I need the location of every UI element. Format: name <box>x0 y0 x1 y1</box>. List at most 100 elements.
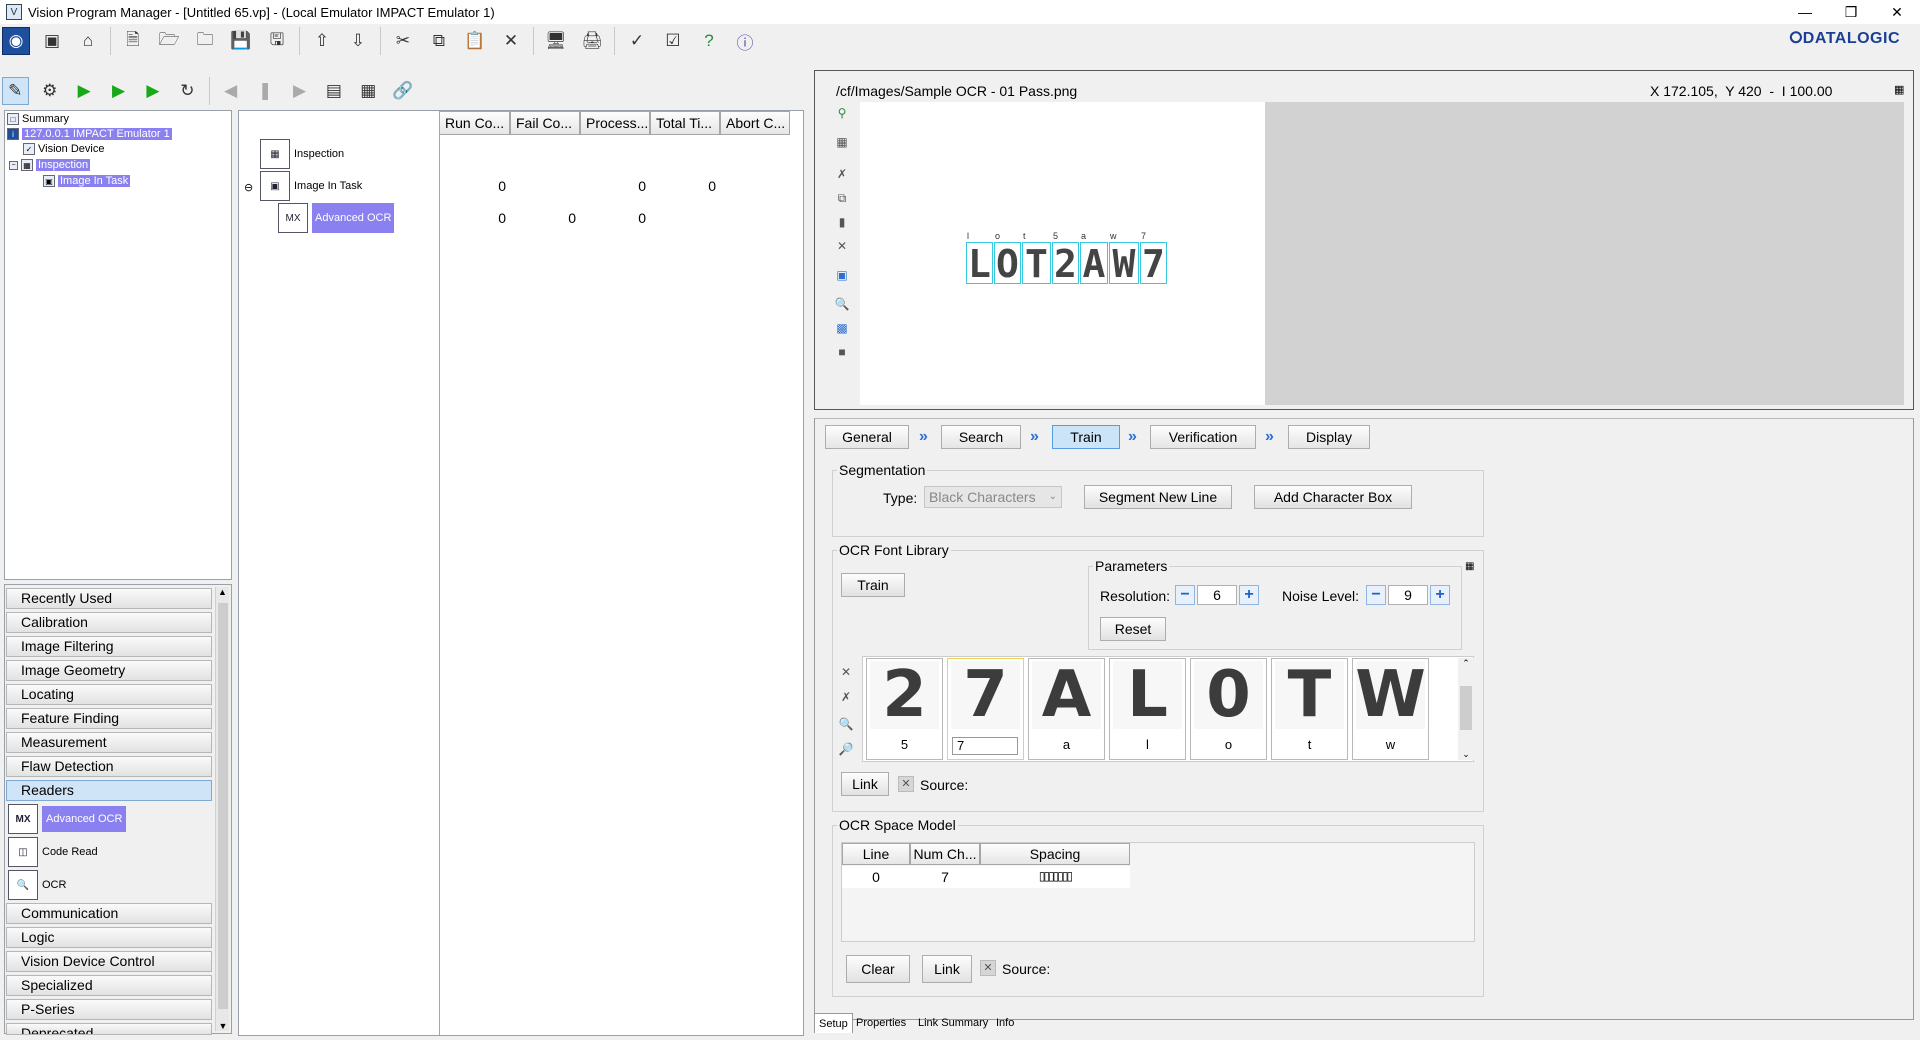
clear-source-icon[interactable]: ✕ <box>980 960 996 976</box>
logo-menu-icon[interactable]: ◉ <box>2 27 30 55</box>
save-icon[interactable]: 💾 <box>227 27 255 55</box>
zoom-icon[interactable]: 🔍 <box>834 296 850 312</box>
ocr-char-box[interactable]: 52 <box>1052 231 1079 284</box>
cut-icon[interactable]: ✗ <box>834 166 850 182</box>
ocr-char-box[interactable]: tT <box>1022 231 1051 284</box>
grid-icon[interactable]: ▦ <box>834 134 850 150</box>
glyph-cell[interactable]: 0o <box>1190 658 1267 760</box>
palette-scrollbar[interactable]: ▲ ▼ <box>215 587 229 1031</box>
image-icon[interactable]: ▩ <box>834 320 850 336</box>
clear-source-icon[interactable]: ✕ <box>898 776 914 792</box>
reset-button[interactable]: Reset <box>1100 617 1166 641</box>
tree-item-inspection[interactable]: − ▦ Inspection <box>9 159 91 171</box>
col-header-line[interactable]: Line <box>842 843 910 865</box>
glyph-cell[interactable]: 25 <box>866 658 943 760</box>
restore-button[interactable]: ❒ <box>1828 0 1874 24</box>
home-icon[interactable]: ⌂ <box>74 27 102 55</box>
checklist-edit-icon[interactable]: ☑ <box>659 27 687 55</box>
about-icon[interactable]: ⓘ <box>731 27 759 55</box>
category-image-filtering[interactable]: Image Filtering <box>6 636 212 657</box>
category-communication[interactable]: Communication <box>6 903 212 924</box>
category-image-geometry[interactable]: Image Geometry <box>6 660 212 681</box>
col-header-total-time[interactable]: Total Ti... <box>650 111 720 135</box>
noise-decrement-button[interactable]: − <box>1366 585 1386 605</box>
tab-train[interactable]: Train <box>1052 425 1120 449</box>
category-deprecated[interactable]: Deprecated <box>6 1023 212 1035</box>
glyph-cell[interactable]: Ll <box>1109 658 1186 760</box>
tool-ocr[interactable]: 🔍 OCR <box>8 870 66 900</box>
delete-icon[interactable]: ✕ <box>497 27 525 55</box>
link-button[interactable]: Link <box>841 772 889 796</box>
cut-icon[interactable]: ✂ <box>389 27 417 55</box>
step-run-icon[interactable]: ▶ <box>140 77 166 105</box>
link-icon[interactable]: 🔗 <box>390 77 416 105</box>
tree-item-image-in-task[interactable]: ▣ Image In Task <box>43 175 131 187</box>
resolution-increment-button[interactable]: + <box>1239 585 1259 605</box>
resolution-input[interactable]: 6 <box>1197 585 1237 605</box>
glyph-scrollbar[interactable]: ⌃ ⌄ <box>1458 658 1474 760</box>
grid-row-advanced-ocr[interactable]: Advanced OCR <box>312 203 395 233</box>
col-header-spacing[interactable]: Spacing <box>980 843 1130 865</box>
category-readers[interactable]: Readers <box>6 780 212 801</box>
scroll-up-icon[interactable]: ▲ <box>216 587 229 597</box>
category-p-series[interactable]: P-Series <box>6 999 212 1020</box>
help-icon[interactable]: ? <box>695 27 723 55</box>
loop-icon[interactable]: ↻ <box>174 77 200 105</box>
noise-level-input[interactable]: 9 <box>1388 585 1428 605</box>
ocr-char-box[interactable]: wW <box>1109 231 1139 284</box>
delete-icon[interactable]: ✕ <box>834 238 850 254</box>
minimize-button[interactable]: — <box>1782 0 1828 24</box>
ocr-char-box[interactable]: oO <box>994 231 1021 284</box>
new-file-icon[interactable]: 🗎 <box>119 27 147 55</box>
scroll-thumb[interactable] <box>218 603 228 1009</box>
tree-item-summary[interactable]: □ Summary <box>7 113 69 125</box>
zoom-in-icon[interactable]: 🔍 <box>838 716 854 732</box>
pause-icon[interactable]: ❚ <box>252 77 278 105</box>
scroll-up-icon[interactable]: ⌃ <box>1458 658 1474 669</box>
tab-properties[interactable]: Properties <box>852 1013 910 1033</box>
segment-new-line-button[interactable]: Segment New Line <box>1084 485 1232 509</box>
noise-increment-button[interactable]: + <box>1430 585 1450 605</box>
delete-all-glyphs-icon[interactable]: ✗ <box>838 689 854 705</box>
glyph-cell[interactable]: Tt <box>1271 658 1348 760</box>
ocr-char-box[interactable]: 77 <box>1140 231 1167 284</box>
folder-icon[interactable]: 🗀 <box>191 27 219 55</box>
tab-general[interactable]: General <box>825 425 909 449</box>
glyph-label-input[interactable]: 7 <box>952 737 1018 755</box>
edit-mode-icon[interactable]: ✎ <box>2 77 29 105</box>
tree-item-vision-device[interactable]: ✓ Vision Device <box>23 143 104 155</box>
tool-advanced-ocr[interactable]: MX Advanced OCR <box>8 804 127 834</box>
category-measurement[interactable]: Measurement <box>6 732 212 753</box>
resolution-decrement-button[interactable]: − <box>1175 585 1195 605</box>
ocr-char-box[interactable]: lL <box>966 231 993 284</box>
train-button[interactable]: Train <box>841 573 905 597</box>
tool-code-read[interactable]: ◫ Code Read <box>8 837 98 867</box>
category-logic[interactable]: Logic <box>6 927 212 948</box>
col-header-fail-count[interactable]: Fail Co... <box>510 111 580 135</box>
col-header-process[interactable]: Process... <box>580 111 650 135</box>
tab-setup[interactable]: Setup <box>814 1013 853 1033</box>
overlay-icon[interactable]: ▣ <box>834 267 850 283</box>
pin-icon[interactable]: ▦ <box>1894 83 1904 96</box>
prev-icon[interactable]: ◀ <box>218 77 244 105</box>
scroll-down-icon[interactable]: ⌄ <box>1458 749 1474 760</box>
zoom-out-icon[interactable]: 🔎 <box>838 741 854 757</box>
space-model-row[interactable]: 0 7 ▯▯▯▯▯▯▯ <box>842 866 1130 888</box>
tab-verification[interactable]: Verification <box>1150 425 1256 449</box>
print-icon[interactable]: 🖨 <box>578 27 606 55</box>
category-calibration[interactable]: Calibration <box>6 612 212 633</box>
tab-link-summary[interactable]: Link Summary <box>914 1013 992 1033</box>
download-icon[interactable]: ⇩ <box>344 27 372 55</box>
grid-row-image-in-task[interactable]: Image In Task <box>294 180 362 192</box>
report-icon[interactable]: ▤ <box>321 77 347 105</box>
delete-glyph-icon[interactable]: ✕ <box>838 664 854 680</box>
space-link-button[interactable]: Link <box>922 955 972 983</box>
category-locating[interactable]: Locating <box>6 684 212 705</box>
copy-icon[interactable]: ⧉ <box>834 190 850 206</box>
tab-display[interactable]: Display <box>1288 425 1370 449</box>
next-icon[interactable]: ▶ <box>286 77 312 105</box>
close-button[interactable]: ✕ <box>1874 0 1920 24</box>
run-once-icon[interactable]: ▶ <box>105 77 131 105</box>
col-header-num-chars[interactable]: Num Ch... <box>910 843 980 865</box>
col-header-run-count[interactable]: Run Co... <box>439 111 510 135</box>
